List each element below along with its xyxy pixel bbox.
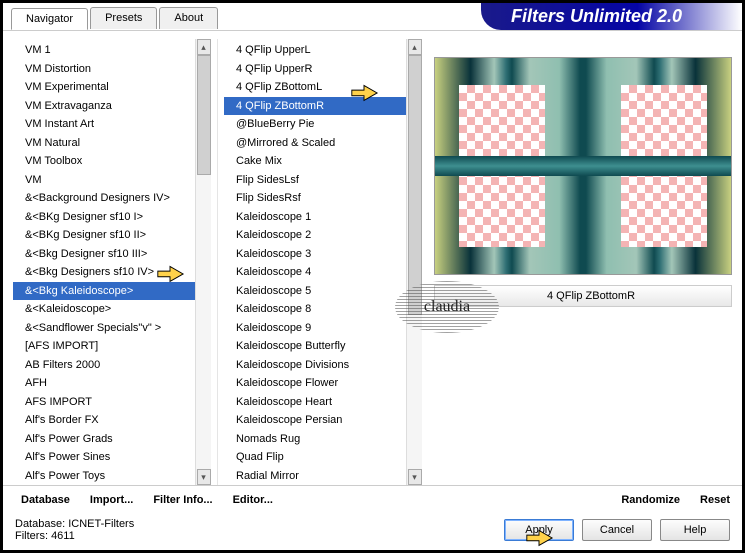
- cmd-database[interactable]: Database: [21, 494, 70, 506]
- scroll-thumb[interactable]: [408, 55, 422, 315]
- list-item[interactable]: 4 QFlip ZBottomL: [224, 78, 406, 97]
- list-item[interactable]: VM Toolbox: [13, 152, 195, 171]
- tab-navigator[interactable]: Navigator: [11, 8, 88, 30]
- preview-content: [435, 58, 731, 274]
- status-db-value: ICNET-Filters: [68, 518, 134, 530]
- cmd-reset[interactable]: Reset: [700, 494, 730, 506]
- list-item[interactable]: VM Instant Art: [13, 115, 195, 134]
- cmd-import[interactable]: Import...: [90, 494, 133, 506]
- list-item[interactable]: Radial Mirror: [224, 467, 406, 486]
- list-item[interactable]: VM Natural: [13, 134, 195, 153]
- list-item[interactable]: &<BKg Designer sf10 II>: [13, 226, 195, 245]
- filter-scrollbar[interactable]: ▴ ▾: [406, 39, 422, 485]
- main-content: VM 1VM DistortionVM ExperimentalVM Extra…: [3, 31, 742, 485]
- apply-button[interactable]: Apply: [504, 519, 574, 541]
- selected-filter-name: 4 QFlip ZBottomR: [443, 290, 723, 302]
- status-bar: Database: ICNET-Filters Filters: 4611: [15, 518, 134, 542]
- filter-column: 4 QFlip UpperL4 QFlip UpperR4 QFlip ZBot…: [224, 39, 422, 485]
- list-item[interactable]: &<Background Designers IV>: [13, 189, 195, 208]
- list-item[interactable]: Flip SidesLsf: [224, 171, 406, 190]
- list-item[interactable]: Kaleidoscope 4: [224, 263, 406, 282]
- list-item[interactable]: @BlueBerry Pie: [224, 115, 406, 134]
- preview-hbar: [435, 156, 731, 176]
- footer: Database: ICNET-Filters Filters: 4611 Ap…: [3, 512, 742, 550]
- scroll-down-icon[interactable]: ▾: [197, 469, 211, 485]
- list-item[interactable]: Quad Flip: [224, 448, 406, 467]
- list-item[interactable]: &<Bkg Designers sf10 IV>: [13, 263, 195, 282]
- command-row: Database Import... Filter Info... Editor…: [3, 485, 742, 512]
- list-item[interactable]: &<Bkg Designer sf10 III>: [13, 245, 195, 264]
- list-item[interactable]: Kaleidoscope Flower: [224, 374, 406, 393]
- scroll-track[interactable]: [407, 55, 423, 469]
- list-item[interactable]: Kaleidoscope 3: [224, 245, 406, 264]
- preview-column: 4 QFlip ZBottomR: [426, 39, 732, 485]
- list-item[interactable]: 4 QFlip UpperL: [224, 41, 406, 60]
- list-item[interactable]: @Mirrored & Scaled: [224, 134, 406, 153]
- list-item[interactable]: Cake Mix: [224, 152, 406, 171]
- list-item[interactable]: VM Extravaganza: [13, 97, 195, 116]
- scroll-up-icon[interactable]: ▴: [408, 39, 422, 55]
- column-divider: [217, 39, 218, 485]
- scroll-up-icon[interactable]: ▴: [197, 39, 211, 55]
- header: Navigator Presets About Filters Unlimite…: [3, 3, 742, 31]
- status-db-label: Database:: [15, 518, 65, 530]
- cancel-button[interactable]: Cancel: [582, 519, 652, 541]
- brand-title: Filters Unlimited 2.0: [481, 3, 742, 30]
- cmd-editor[interactable]: Editor...: [233, 494, 273, 506]
- list-item[interactable]: Kaleidoscope Divisions: [224, 356, 406, 375]
- list-item[interactable]: Kaleidoscope Butterfly: [224, 337, 406, 356]
- list-item[interactable]: Alf's Power Grads: [13, 430, 195, 449]
- list-item[interactable]: VM Experimental: [13, 78, 195, 97]
- scroll-thumb[interactable]: [197, 55, 211, 175]
- list-item[interactable]: Alf's Power Sines: [13, 448, 195, 467]
- app-window: Navigator Presets About Filters Unlimite…: [0, 0, 745, 553]
- status-filters-value: 4611: [51, 530, 75, 542]
- list-item[interactable]: &<BKg Designer sf10 I>: [13, 208, 195, 227]
- list-item[interactable]: Alf's Border FX: [13, 411, 195, 430]
- list-item[interactable]: Kaleidoscope Persian: [224, 411, 406, 430]
- cmd-randomize[interactable]: Randomize: [621, 494, 680, 506]
- status-filters-label: Filters:: [15, 530, 48, 542]
- list-item[interactable]: &<Sandflower Specials"v" >: [13, 319, 195, 338]
- tab-presets[interactable]: Presets: [90, 7, 157, 29]
- help-button[interactable]: Help: [660, 519, 730, 541]
- list-item[interactable]: Kaleidoscope 9: [224, 319, 406, 338]
- list-item[interactable]: &<Kaleidoscope>: [13, 300, 195, 319]
- selected-filter-row: 4 QFlip ZBottomR: [434, 285, 732, 307]
- scroll-track[interactable]: [196, 55, 212, 469]
- list-item[interactable]: VM 1: [13, 41, 195, 60]
- filter-list[interactable]: 4 QFlip UpperL4 QFlip UpperR4 QFlip ZBot…: [224, 39, 406, 485]
- list-item[interactable]: VM: [13, 171, 195, 190]
- category-column: VM 1VM DistortionVM ExperimentalVM Extra…: [13, 39, 211, 485]
- list-item[interactable]: Kaleidoscope 1: [224, 208, 406, 227]
- list-item[interactable]: Nomads Rug: [224, 430, 406, 449]
- list-item[interactable]: AFS IMPORT: [13, 393, 195, 412]
- list-item[interactable]: VM Distortion: [13, 60, 195, 79]
- list-item[interactable]: 4 QFlip ZBottomR: [224, 97, 406, 116]
- category-list[interactable]: VM 1VM DistortionVM ExperimentalVM Extra…: [13, 39, 195, 485]
- filter-listbox: 4 QFlip UpperL4 QFlip UpperR4 QFlip ZBot…: [224, 39, 422, 485]
- list-item[interactable]: 4 QFlip UpperR: [224, 60, 406, 79]
- preview-image: [434, 57, 732, 275]
- cmd-filter-info[interactable]: Filter Info...: [153, 494, 212, 506]
- list-item[interactable]: [AFS IMPORT]: [13, 337, 195, 356]
- list-item[interactable]: &<Bkg Kaleidoscope>: [13, 282, 195, 301]
- list-item[interactable]: Kaleidoscope 2: [224, 226, 406, 245]
- category-scrollbar[interactable]: ▴ ▾: [195, 39, 211, 485]
- tab-bar: Navigator Presets About: [3, 3, 228, 29]
- list-item[interactable]: Flip SidesRsf: [224, 189, 406, 208]
- scroll-down-icon[interactable]: ▾: [408, 469, 422, 485]
- list-item[interactable]: Kaleidoscope 8: [224, 300, 406, 319]
- list-item[interactable]: Kaleidoscope 5: [224, 282, 406, 301]
- list-item[interactable]: Alf's Power Toys: [13, 467, 195, 486]
- tab-about[interactable]: About: [159, 7, 218, 29]
- category-listbox: VM 1VM DistortionVM ExperimentalVM Extra…: [13, 39, 211, 485]
- list-item[interactable]: Kaleidoscope Heart: [224, 393, 406, 412]
- list-item[interactable]: AFH: [13, 374, 195, 393]
- list-item[interactable]: AB Filters 2000: [13, 356, 195, 375]
